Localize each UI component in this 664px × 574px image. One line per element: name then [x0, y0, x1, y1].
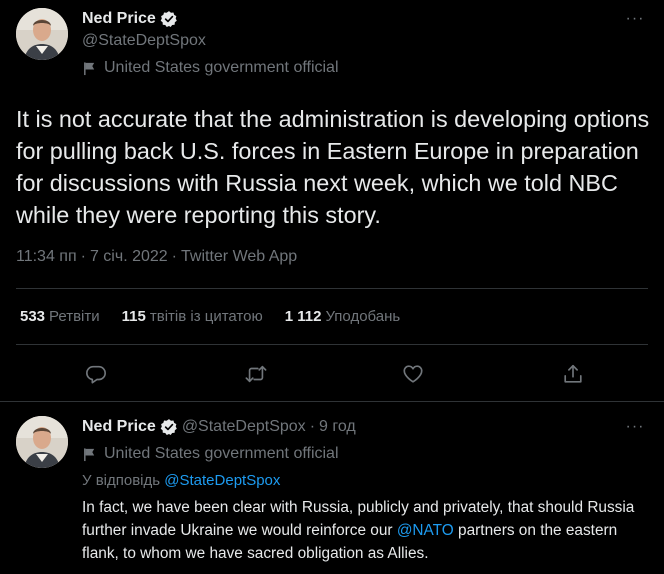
flag-icon — [84, 447, 95, 461]
divider — [16, 288, 648, 289]
tweet-text: It is not accurate that the administrati… — [16, 106, 650, 228]
tweet-date[interactable]: 7 січ. 2022 — [90, 248, 168, 266]
tweet-stats: 533 Ретвіти 115 твітів із цитатою 1 112 … — [20, 308, 422, 325]
retweets-stat[interactable]: 533 Ретвіти — [20, 308, 100, 325]
author-handle[interactable]: @StateDeptSpox — [82, 32, 206, 50]
government-label-text: United States government official — [104, 59, 339, 76]
quotes-label: твітів із цитатою — [149, 308, 263, 325]
like-button[interactable] — [399, 360, 427, 388]
replying-to: У відповідь @StateDeptSpox — [82, 472, 280, 489]
author-handle[interactable]: @StateDeptSpox — [182, 418, 306, 436]
flag-icon — [84, 61, 95, 75]
meta-separator: · — [80, 248, 86, 265]
avatar-image — [16, 416, 68, 468]
avatar[interactable] — [16, 8, 68, 60]
share-button[interactable] — [559, 360, 587, 388]
avatar[interactable] — [16, 416, 68, 468]
reply-time[interactable]: 9 год — [319, 418, 356, 436]
reply-button[interactable] — [82, 360, 110, 388]
reply-header: Ned Price @StateDeptSpox · 9 год — [82, 416, 356, 438]
retweet-icon — [245, 365, 267, 383]
tweet-meta: 11:34 пп · 7 січ. 2022 · Twitter Web App — [16, 248, 297, 266]
government-label-text: United States government official — [104, 445, 339, 462]
divider — [16, 344, 648, 345]
likes-label: Уподобань — [325, 308, 401, 325]
retweets-label: Ретвіти — [49, 308, 100, 325]
reply-text: In fact, we have been clear with Russia,… — [82, 496, 654, 565]
avatar-image — [16, 8, 68, 60]
verified-badge-icon — [160, 11, 177, 28]
tweet-actions — [0, 360, 664, 388]
replying-mention-link[interactable]: @StateDeptSpox — [164, 472, 280, 489]
meta-separator: · — [309, 418, 316, 435]
government-label[interactable]: United States government official — [82, 59, 339, 77]
retweets-count: 533 — [20, 308, 46, 325]
tweet-time[interactable]: 11:34 пп — [16, 248, 77, 266]
more-options-icon[interactable]: ··· — [624, 416, 646, 438]
tweet-source[interactable]: Twitter Web App — [181, 248, 297, 266]
quotes-count: 115 — [121, 308, 146, 325]
share-icon — [564, 364, 582, 383]
author-name[interactable]: Ned Price — [82, 10, 156, 28]
author-name-row[interactable]: Ned Price — [82, 8, 178, 30]
main-tweet: Ned Price @StateDeptSpox United States g… — [0, 0, 664, 402]
verified-badge-icon — [160, 419, 177, 436]
likes-stat[interactable]: 1 112 Уподобань — [285, 308, 401, 325]
reply-icon — [86, 365, 106, 384]
nato-mention-link[interactable]: @NATO — [397, 522, 454, 539]
retweet-button[interactable] — [242, 360, 270, 388]
government-label[interactable]: United States government official — [82, 445, 339, 463]
more-options-icon[interactable]: ··· — [624, 8, 646, 30]
quotes-stat[interactable]: 115 твітів із цитатою — [122, 308, 263, 325]
author-name[interactable]: Ned Price — [82, 418, 156, 436]
replying-prefix: У відповідь — [82, 472, 161, 489]
meta-separator: · — [171, 248, 177, 265]
likes-count: 1 112 — [284, 308, 322, 325]
heart-icon — [403, 365, 423, 383]
